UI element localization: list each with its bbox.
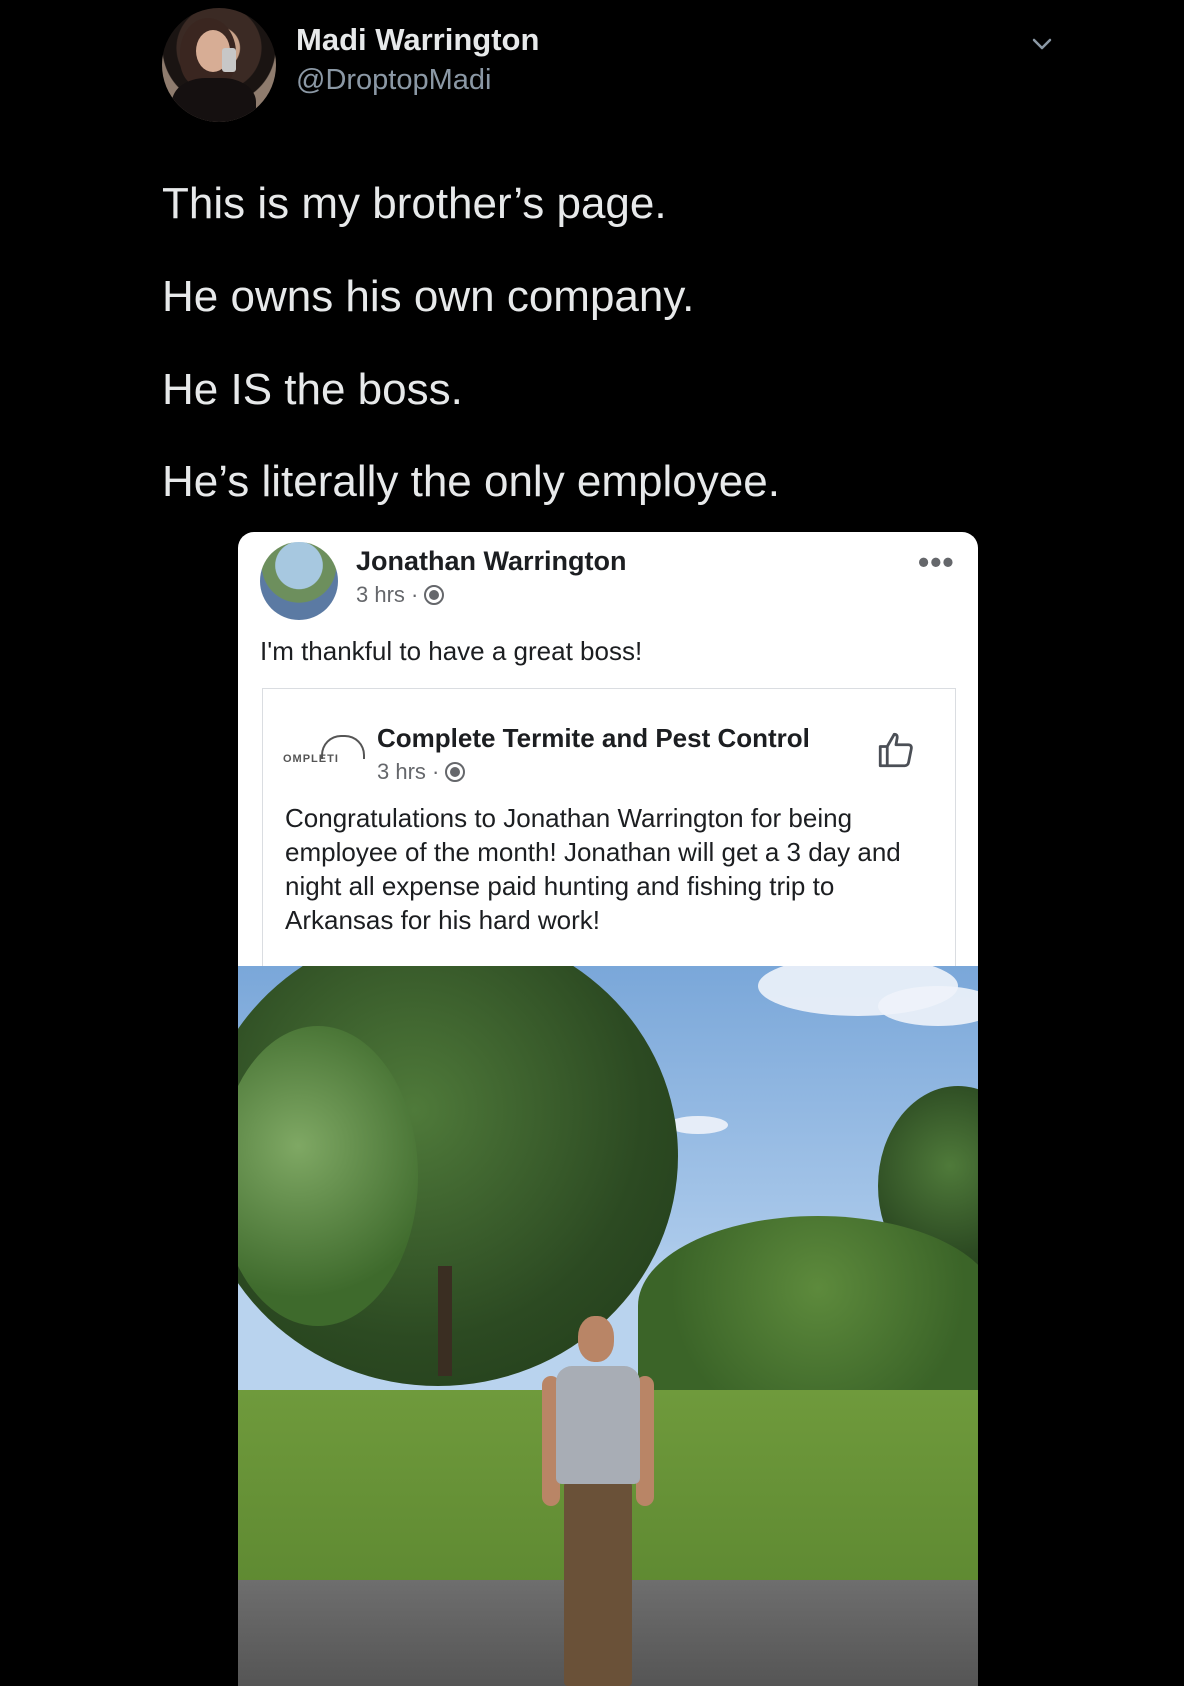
shared-author-name[interactable]: Complete Termite and Pest Control	[377, 723, 810, 754]
tweet-author-name[interactable]: Madi Warrington	[296, 22, 539, 58]
globe-icon	[424, 585, 445, 605]
fb-post-text: I'm thankful to have a great boss!	[260, 636, 643, 666]
fb-post-meta: 3 hrs ·	[356, 582, 445, 608]
tweet-line: This is my brother’s page.	[162, 179, 667, 228]
shared-post-time: 3 hrs ·	[377, 759, 440, 784]
photo-person	[538, 1316, 658, 1686]
tweet-line: He’s literally the only employee.	[162, 457, 780, 507]
fb-author-name[interactable]: Jonathan Warrington	[356, 546, 627, 577]
tweet-line: He IS the boss.	[162, 364, 463, 414]
company-logo-text: OMPLETI	[283, 753, 339, 765]
screenshot-frame: Madi Warrington @DroptopMadi This is my …	[0, 0, 1184, 1686]
shared-post-text: Congratulations to Jonathan Warrington f…	[285, 803, 901, 935]
like-icon[interactable]	[875, 729, 917, 771]
shared-post-meta: 3 hrs ·	[377, 759, 466, 785]
post-photo[interactable]	[238, 966, 978, 1686]
chevron-down-icon[interactable]	[1030, 32, 1054, 56]
globe-icon	[445, 762, 466, 782]
company-logo[interactable]: OMPLETI	[283, 733, 373, 777]
fb-post-time: 3 hrs ·	[356, 582, 419, 607]
facebook-post-card: Jonathan Warrington 3 hrs · ••• I'm than…	[238, 532, 978, 1686]
tweet-line: He owns his own company.	[162, 271, 695, 321]
tweet-text: This is my brother’s page. He owns his o…	[162, 178, 1122, 549]
tweet-author-handle[interactable]: @DroptopMadi	[296, 64, 491, 97]
tweet-author-avatar[interactable]	[162, 8, 276, 122]
fb-author-avatar[interactable]	[260, 542, 338, 620]
more-options-icon[interactable]: •••	[918, 544, 955, 581]
